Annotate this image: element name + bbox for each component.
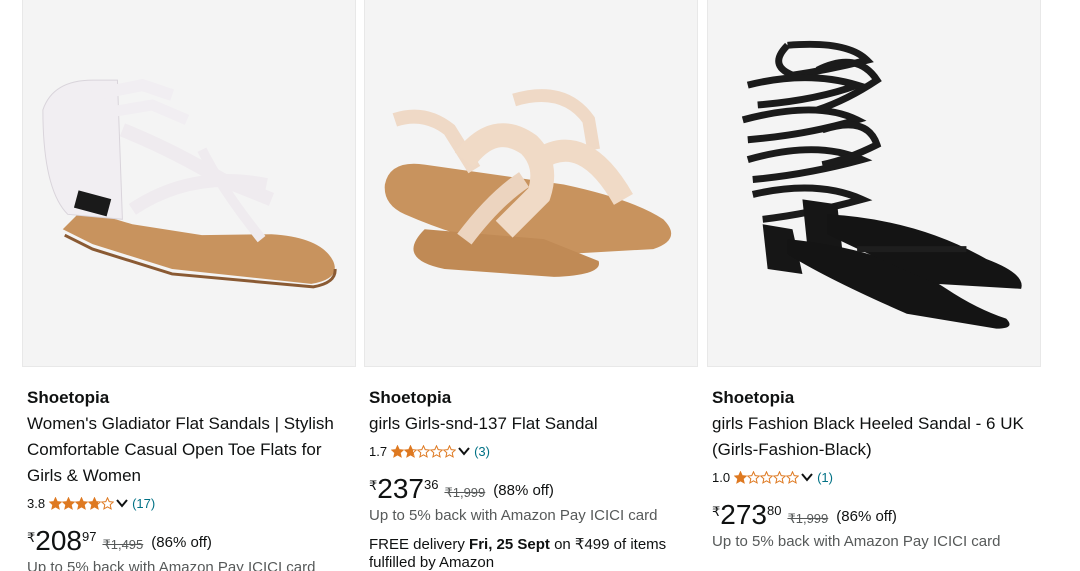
star-icon — [747, 470, 761, 484]
price-fraction: 36 — [424, 477, 439, 492]
product-card-3: Shoetopia girls Fashion Black Heeled San… — [707, 0, 1041, 571]
review-count-link[interactable]: (17) — [132, 496, 155, 511]
star-icon — [773, 470, 787, 484]
product-title-link[interactable]: girls Fashion Black Heeled Sandal - 6 UK… — [712, 411, 1036, 463]
star-icon — [430, 444, 444, 458]
product-title-link[interactable]: Women's Gladiator Flat Sandals | Stylish… — [27, 411, 351, 489]
star-icon — [62, 496, 76, 510]
beige-flat-sandal-image — [365, 0, 697, 366]
star-rating[interactable] — [391, 444, 457, 458]
product-image-2[interactable] — [364, 0, 698, 367]
star-icon — [88, 496, 102, 510]
cashback-offer: Up to 5% back with Amazon Pay ICICI card — [369, 507, 658, 524]
price-row: ₹ 237 36 ₹1,999 (88% off) — [369, 474, 693, 506]
review-count-link[interactable]: (3) — [474, 444, 490, 459]
star-icon — [417, 444, 431, 458]
product-brand: Shoetopia — [712, 388, 795, 407]
star-icon — [786, 470, 800, 484]
rating-value: 1.0 — [712, 469, 731, 485]
product-brand: Shoetopia — [369, 388, 452, 407]
product-image-1[interactable] — [22, 0, 356, 367]
product-title-link[interactable]: girls Girls-snd-137 Flat Sandal — [369, 411, 693, 437]
list-price: ₹1,495 — [102, 537, 144, 552]
chevron-down-icon[interactable] — [115, 496, 129, 510]
product-image-3[interactable] — [707, 0, 1041, 367]
price-fraction: 97 — [82, 529, 97, 544]
chevron-down-icon[interactable] — [457, 444, 471, 458]
list-price: ₹1,999 — [787, 511, 829, 526]
price-whole: 237 — [377, 473, 424, 504]
rating-row: 1.0 (1) — [712, 467, 1036, 487]
discount-percent: (86% off) — [836, 508, 897, 525]
star-icon — [75, 496, 89, 510]
rating-row: 1.7 (3) — [369, 441, 693, 461]
star-icon — [404, 444, 418, 458]
delivery-date: Fri, 25 Sept — [469, 536, 550, 553]
price-whole: 208 — [35, 525, 82, 556]
price-fraction: 80 — [767, 503, 782, 518]
price-row: ₹ 273 80 ₹1,999 (86% off) — [712, 500, 1036, 532]
discount-percent: (88% off) — [493, 482, 554, 499]
star-icon — [760, 470, 774, 484]
currency-symbol: ₹ — [27, 530, 36, 545]
white-gladiator-sandal-image — [23, 0, 355, 366]
product-card-2: Shoetopia girls Girls-snd-137 Flat Sanda… — [364, 0, 698, 571]
rating-row: 3.8 (17) — [27, 493, 351, 513]
cashback-offer: Up to 5% back with Amazon Pay ICICI card — [712, 533, 1001, 550]
review-count-link[interactable]: (1) — [817, 470, 833, 485]
delivery-prefix: FREE delivery — [369, 536, 465, 553]
star-icon — [443, 444, 457, 458]
star-icon — [391, 444, 405, 458]
list-price: ₹1,999 — [444, 485, 486, 500]
cashback-offer: Up to 5% back with Amazon Pay ICICI card — [27, 559, 316, 571]
delivery-info: FREE delivery Fri, 25 Sept on ₹499 of it… — [369, 536, 693, 571]
star-icon — [49, 496, 63, 510]
star-rating[interactable] — [734, 470, 800, 484]
rating-value: 3.8 — [27, 495, 46, 511]
currency-symbol: ₹ — [712, 504, 721, 519]
product-card-1: Shoetopia Women's Gladiator Flat Sandals… — [22, 0, 356, 571]
star-icon — [101, 496, 115, 510]
chevron-down-icon[interactable] — [800, 470, 814, 484]
star-icon — [734, 470, 748, 484]
price-whole: 273 — [720, 499, 767, 530]
product-brand: Shoetopia — [27, 388, 110, 407]
discount-percent: (86% off) — [151, 534, 212, 551]
star-rating[interactable] — [49, 496, 115, 510]
black-heeled-sandal-image — [708, 0, 1040, 366]
rating-value: 1.7 — [369, 443, 388, 459]
price-row: ₹ 208 97 ₹1,495 (86% off) — [27, 526, 351, 558]
currency-symbol: ₹ — [369, 478, 378, 493]
